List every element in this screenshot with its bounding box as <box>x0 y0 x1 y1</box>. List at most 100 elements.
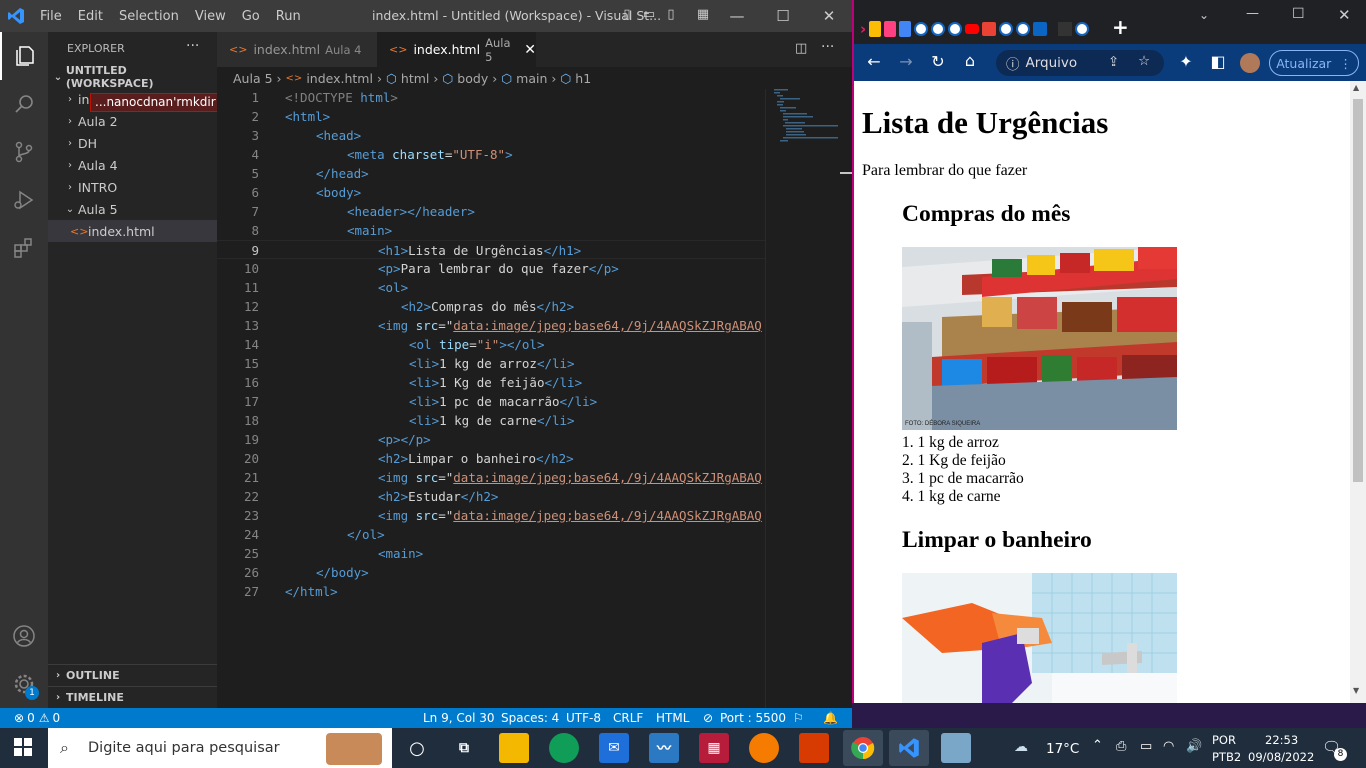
gmail-favicon-icon[interactable] <box>982 22 997 36</box>
update-chrome-button[interactable]: Atualizar ⋮ <box>1269 50 1359 76</box>
folder-intro[interactable]: › INTRO <box>48 176 217 198</box>
language-mode[interactable]: HTML <box>656 711 689 725</box>
file-index-html[interactable]: <> index.html <box>48 220 217 242</box>
chrome-close-button[interactable]: ✕ <box>1338 6 1351 24</box>
office-icon[interactable] <box>799 733 829 763</box>
editor-scrollbar[interactable] <box>838 89 852 708</box>
mail-icon[interactable]: ✉ <box>599 733 629 763</box>
file-explorer-icon[interactable] <box>499 733 529 763</box>
folder-aula-5[interactable]: ⌄ Aula 5 <box>48 198 217 220</box>
windows-start-icon[interactable] <box>14 738 32 760</box>
volume-icon[interactable]: 🔊 <box>1186 739 1202 754</box>
extensions-puzzle-icon[interactable]: ✦ <box>1176 52 1196 71</box>
address-bar[interactable]: ⓘ Arquivo ⇪ ☆ <box>996 50 1164 76</box>
notifications-bell-icon[interactable]: 🔔 <box>823 711 838 725</box>
toggle-panel-icon[interactable]: ▭ <box>640 7 658 25</box>
minimap[interactable] <box>765 89 839 708</box>
menu-go[interactable]: Go <box>234 9 268 24</box>
tab-favicon-icon[interactable] <box>884 21 897 37</box>
accounts-icon[interactable] <box>0 612 48 660</box>
youtube-favicon-icon[interactable] <box>965 24 980 34</box>
menu-run[interactable]: Run <box>268 9 309 24</box>
weather-cloud-icon[interactable]: ☁ <box>1014 739 1028 755</box>
side-panel-icon[interactable]: ◧ <box>1208 52 1228 71</box>
manage-gear-icon[interactable]: 1 <box>0 660 48 708</box>
reload-icon[interactable]: ↻ <box>928 52 948 71</box>
app-icon[interactable] <box>749 733 779 763</box>
tab-favicon-icon[interactable]: › <box>860 20 866 38</box>
more-actions-icon[interactable]: ··· <box>821 39 834 55</box>
tab-favicon-icon[interactable] <box>899 21 912 37</box>
tab-favicon-icon[interactable] <box>1016 22 1031 36</box>
bookmark-star-icon[interactable]: ☆ <box>1138 53 1150 69</box>
tab-index-aula-5[interactable]: <> index.html Aula 5 ✕ <box>377 32 536 67</box>
end-of-line[interactable]: CRLF <box>613 711 643 725</box>
menu-selection[interactable]: Selection <box>111 9 187 24</box>
split-editor-icon[interactable]: ◫ <box>795 41 807 56</box>
folder-aula-2[interactable]: › Aula 2 <box>48 110 217 132</box>
toggle-secondary-sidebar-icon[interactable]: ▯ <box>662 7 680 25</box>
battery-icon[interactable]: ▭ <box>1140 739 1152 754</box>
breadcrumb-html[interactable]: html <box>401 71 429 86</box>
forward-icon[interactable]: → <box>896 52 916 71</box>
outline-section[interactable]: › OUTLINE <box>48 664 217 686</box>
run-debug-icon[interactable] <box>0 176 48 224</box>
tab-favicon-icon[interactable] <box>914 22 929 36</box>
keyboard-layout[interactable]: PTB2 <box>1212 750 1241 764</box>
taskbar-search[interactable]: ⌕ Digite aqui para pesquisar <box>48 728 392 768</box>
breadcrumb-main[interactable]: main <box>516 71 547 86</box>
new-tab-button[interactable]: + <box>1112 15 1129 39</box>
tray-chevron-icon[interactable]: ⌃ <box>1092 738 1103 753</box>
tab-search-icon[interactable]: ⌄ <box>1199 8 1209 22</box>
minimize-button[interactable]: — <box>714 0 760 32</box>
breadcrumb-aula-5[interactable]: Aula 5 <box>233 71 273 86</box>
warning-count[interactable]: 0 <box>52 711 60 725</box>
toggle-sidebar-icon[interactable]: ▯ <box>618 7 636 25</box>
clock-date[interactable]: 09/08/2022 <box>1248 750 1314 764</box>
tab-favicon-icon[interactable] <box>948 22 963 36</box>
profile-avatar[interactable] <box>1240 53 1260 73</box>
vscode-taskbar-icon[interactable] <box>889 730 929 766</box>
feedback-icon[interactable]: ⚐ <box>793 711 804 725</box>
tab-favicon-icon[interactable] <box>931 22 946 36</box>
page-scrollbar[interactable]: ▲ ▼ <box>1350 81 1366 703</box>
encoding[interactable]: UTF-8 <box>566 711 601 725</box>
language-code[interactable]: POR <box>1212 733 1236 747</box>
share-icon[interactable]: ⇪ <box>1108 54 1119 70</box>
home-icon[interactable]: ⌂ <box>960 51 980 70</box>
scroll-up-icon[interactable]: ▲ <box>1353 83 1359 92</box>
explorer-more-icon[interactable]: ··· <box>186 38 199 54</box>
chrome-taskbar-icon[interactable] <box>843 730 883 766</box>
cortana-icon[interactable]: ○ <box>402 733 432 763</box>
clock-time[interactable]: 22:53 <box>1265 733 1298 747</box>
menu-file[interactable]: File <box>32 9 70 24</box>
task-view-icon[interactable]: ⧉ <box>449 733 479 763</box>
menu-edit[interactable]: Edit <box>70 9 111 24</box>
menu-view[interactable]: View <box>187 9 234 24</box>
wifi-icon[interactable]: ◠ <box>1163 739 1174 754</box>
source-control-icon[interactable] <box>0 128 48 176</box>
folder-dh[interactable]: › DH <box>48 132 217 154</box>
breadcrumb-body[interactable]: body <box>457 71 488 86</box>
whiteboard-icon[interactable]: 〰 <box>649 733 679 763</box>
tab-favicon-icon[interactable] <box>999 22 1014 36</box>
tab-favicon-icon[interactable] <box>1075 22 1090 36</box>
close-window-button[interactable]: ✕ <box>806 0 852 32</box>
folder-aula-4[interactable]: › Aula 4 <box>48 154 217 176</box>
timeline-section[interactable]: › TIMELINE <box>48 686 217 708</box>
maximize-button[interactable]: ☐ <box>760 0 806 32</box>
close-tab-icon[interactable]: ✕ <box>524 42 536 58</box>
app-icon[interactable]: ▦ <box>699 733 729 763</box>
paint-icon[interactable] <box>941 733 971 763</box>
extensions-icon[interactable] <box>0 224 48 272</box>
scrollbar-thumb[interactable] <box>1353 99 1363 482</box>
explorer-icon[interactable] <box>0 32 48 80</box>
breadcrumb-index-html[interactable]: index.html <box>306 71 373 86</box>
linkedin-favicon-icon[interactable] <box>1033 22 1048 36</box>
indentation[interactable]: Spaces: 4 <box>501 711 559 725</box>
workspace-header[interactable]: ⌄ UNTITLED (WORKSPACE) <box>48 64 217 90</box>
chrome-maximize-button[interactable]: ☐ <box>1292 6 1305 22</box>
search-icon[interactable] <box>0 80 48 128</box>
back-icon[interactable]: ← <box>864 52 884 71</box>
code-editor[interactable]: 1 <!DOCTYPE html> 2 <html> 3 <head> 4 <meta … <box>217 89 765 708</box>
